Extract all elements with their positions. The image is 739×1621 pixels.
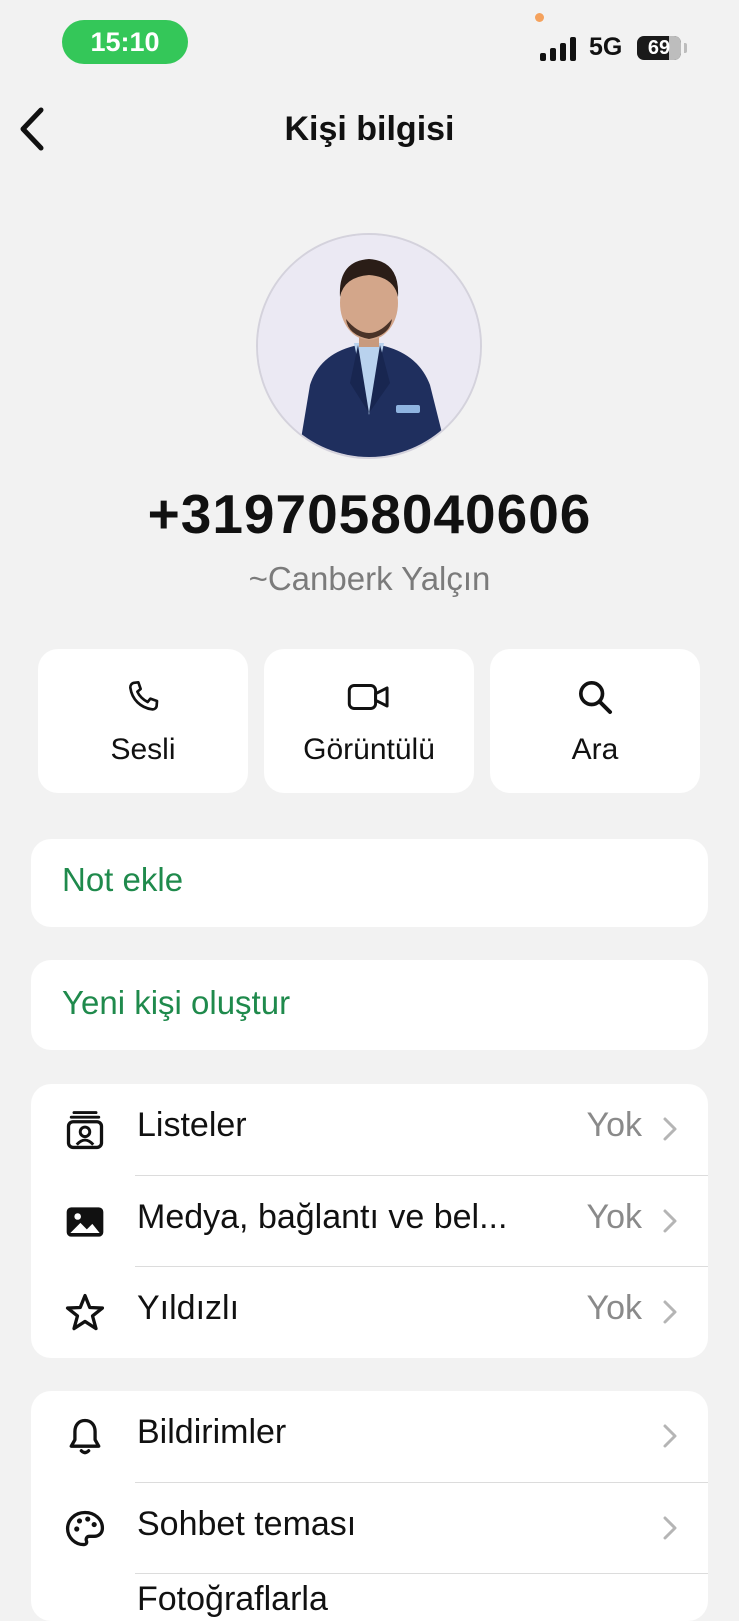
contact-push-name: ~Canberk Yalçın: [248, 560, 491, 597]
network-type: 5G: [589, 33, 623, 61]
create-contact-label: Yeni kişi oluştur: [62, 984, 291, 1021]
add-note-label: Not ekle: [62, 861, 184, 898]
phone-icon: [128, 681, 159, 711]
create-contact-button[interactable]: Yeni kişi oluştur: [31, 960, 708, 1050]
bell-icon: [69, 1418, 101, 1455]
row-notifications[interactable]: Bildirimler: [31, 1391, 708, 1481]
video-call-button[interactable]: Görüntülü: [264, 649, 474, 793]
privacy-indicator-dot: [535, 13, 544, 22]
status-time[interactable]: 15:10: [62, 20, 188, 64]
voice-call-button[interactable]: Sesli: [38, 649, 248, 793]
chevron-right-icon: [663, 1516, 677, 1540]
battery-icon: 69: [637, 36, 681, 60]
contact-phone-number: +3197058040606: [147, 483, 592, 545]
avatar[interactable]: [256, 233, 482, 459]
add-note-button[interactable]: Not ekle: [31, 839, 708, 927]
chevron-right-icon: [663, 1209, 677, 1233]
star-icon: [65, 1293, 105, 1331]
voice-call-label: Sesli: [110, 733, 176, 766]
media-icon: [66, 1207, 104, 1237]
search-label: Ara: [571, 733, 619, 766]
profile-photo: [258, 235, 480, 457]
signal-icon: [540, 36, 580, 61]
search-icon: [579, 681, 612, 714]
chevron-right-icon: [663, 1424, 677, 1448]
chevron-right-icon: [663, 1300, 677, 1324]
row-label: Yıldızlı: [137, 1289, 240, 1327]
search-button[interactable]: Ara: [490, 649, 700, 793]
page-title: Kişi bilgisi: [284, 110, 455, 148]
row-value: Yok: [586, 1106, 642, 1144]
battery-cap: [684, 43, 687, 53]
battery-level: 69: [647, 37, 671, 59]
video-call-label: Görüntülü: [303, 733, 435, 766]
chevron-right-icon: [663, 1117, 677, 1141]
lists-icon: [66, 1111, 104, 1150]
row-photos[interactable]: Fotoğraflarla: [31, 1574, 708, 1621]
row-lists[interactable]: Listeler Yok: [31, 1084, 708, 1174]
row-label: Listeler: [137, 1106, 247, 1144]
palette-icon: [65, 1510, 105, 1547]
video-icon: [347, 684, 389, 710]
row-label: Sohbet teması: [137, 1505, 357, 1543]
nav-bar: Kişi bilgisi: [0, 90, 739, 170]
row-value: Yok: [586, 1289, 642, 1327]
row-media[interactable]: Medya, bağlantı ve bel... Yok: [31, 1176, 708, 1266]
row-value: Yok: [586, 1198, 642, 1236]
row-chat-theme[interactable]: Sohbet teması: [31, 1483, 708, 1573]
row-label: Medya, bağlantı ve bel...: [137, 1198, 508, 1236]
info-card: Listeler Yok Medya, bağlantı ve bel... Y…: [31, 1084, 708, 1358]
settings-card: Bildirimler Sohbet teması Fotoğraflarla: [31, 1391, 708, 1621]
row-starred[interactable]: Yıldızlı Yok: [31, 1267, 708, 1357]
row-label: Bildirimler: [137, 1413, 287, 1451]
status-bar: 15:10 5G 69: [0, 0, 739, 90]
